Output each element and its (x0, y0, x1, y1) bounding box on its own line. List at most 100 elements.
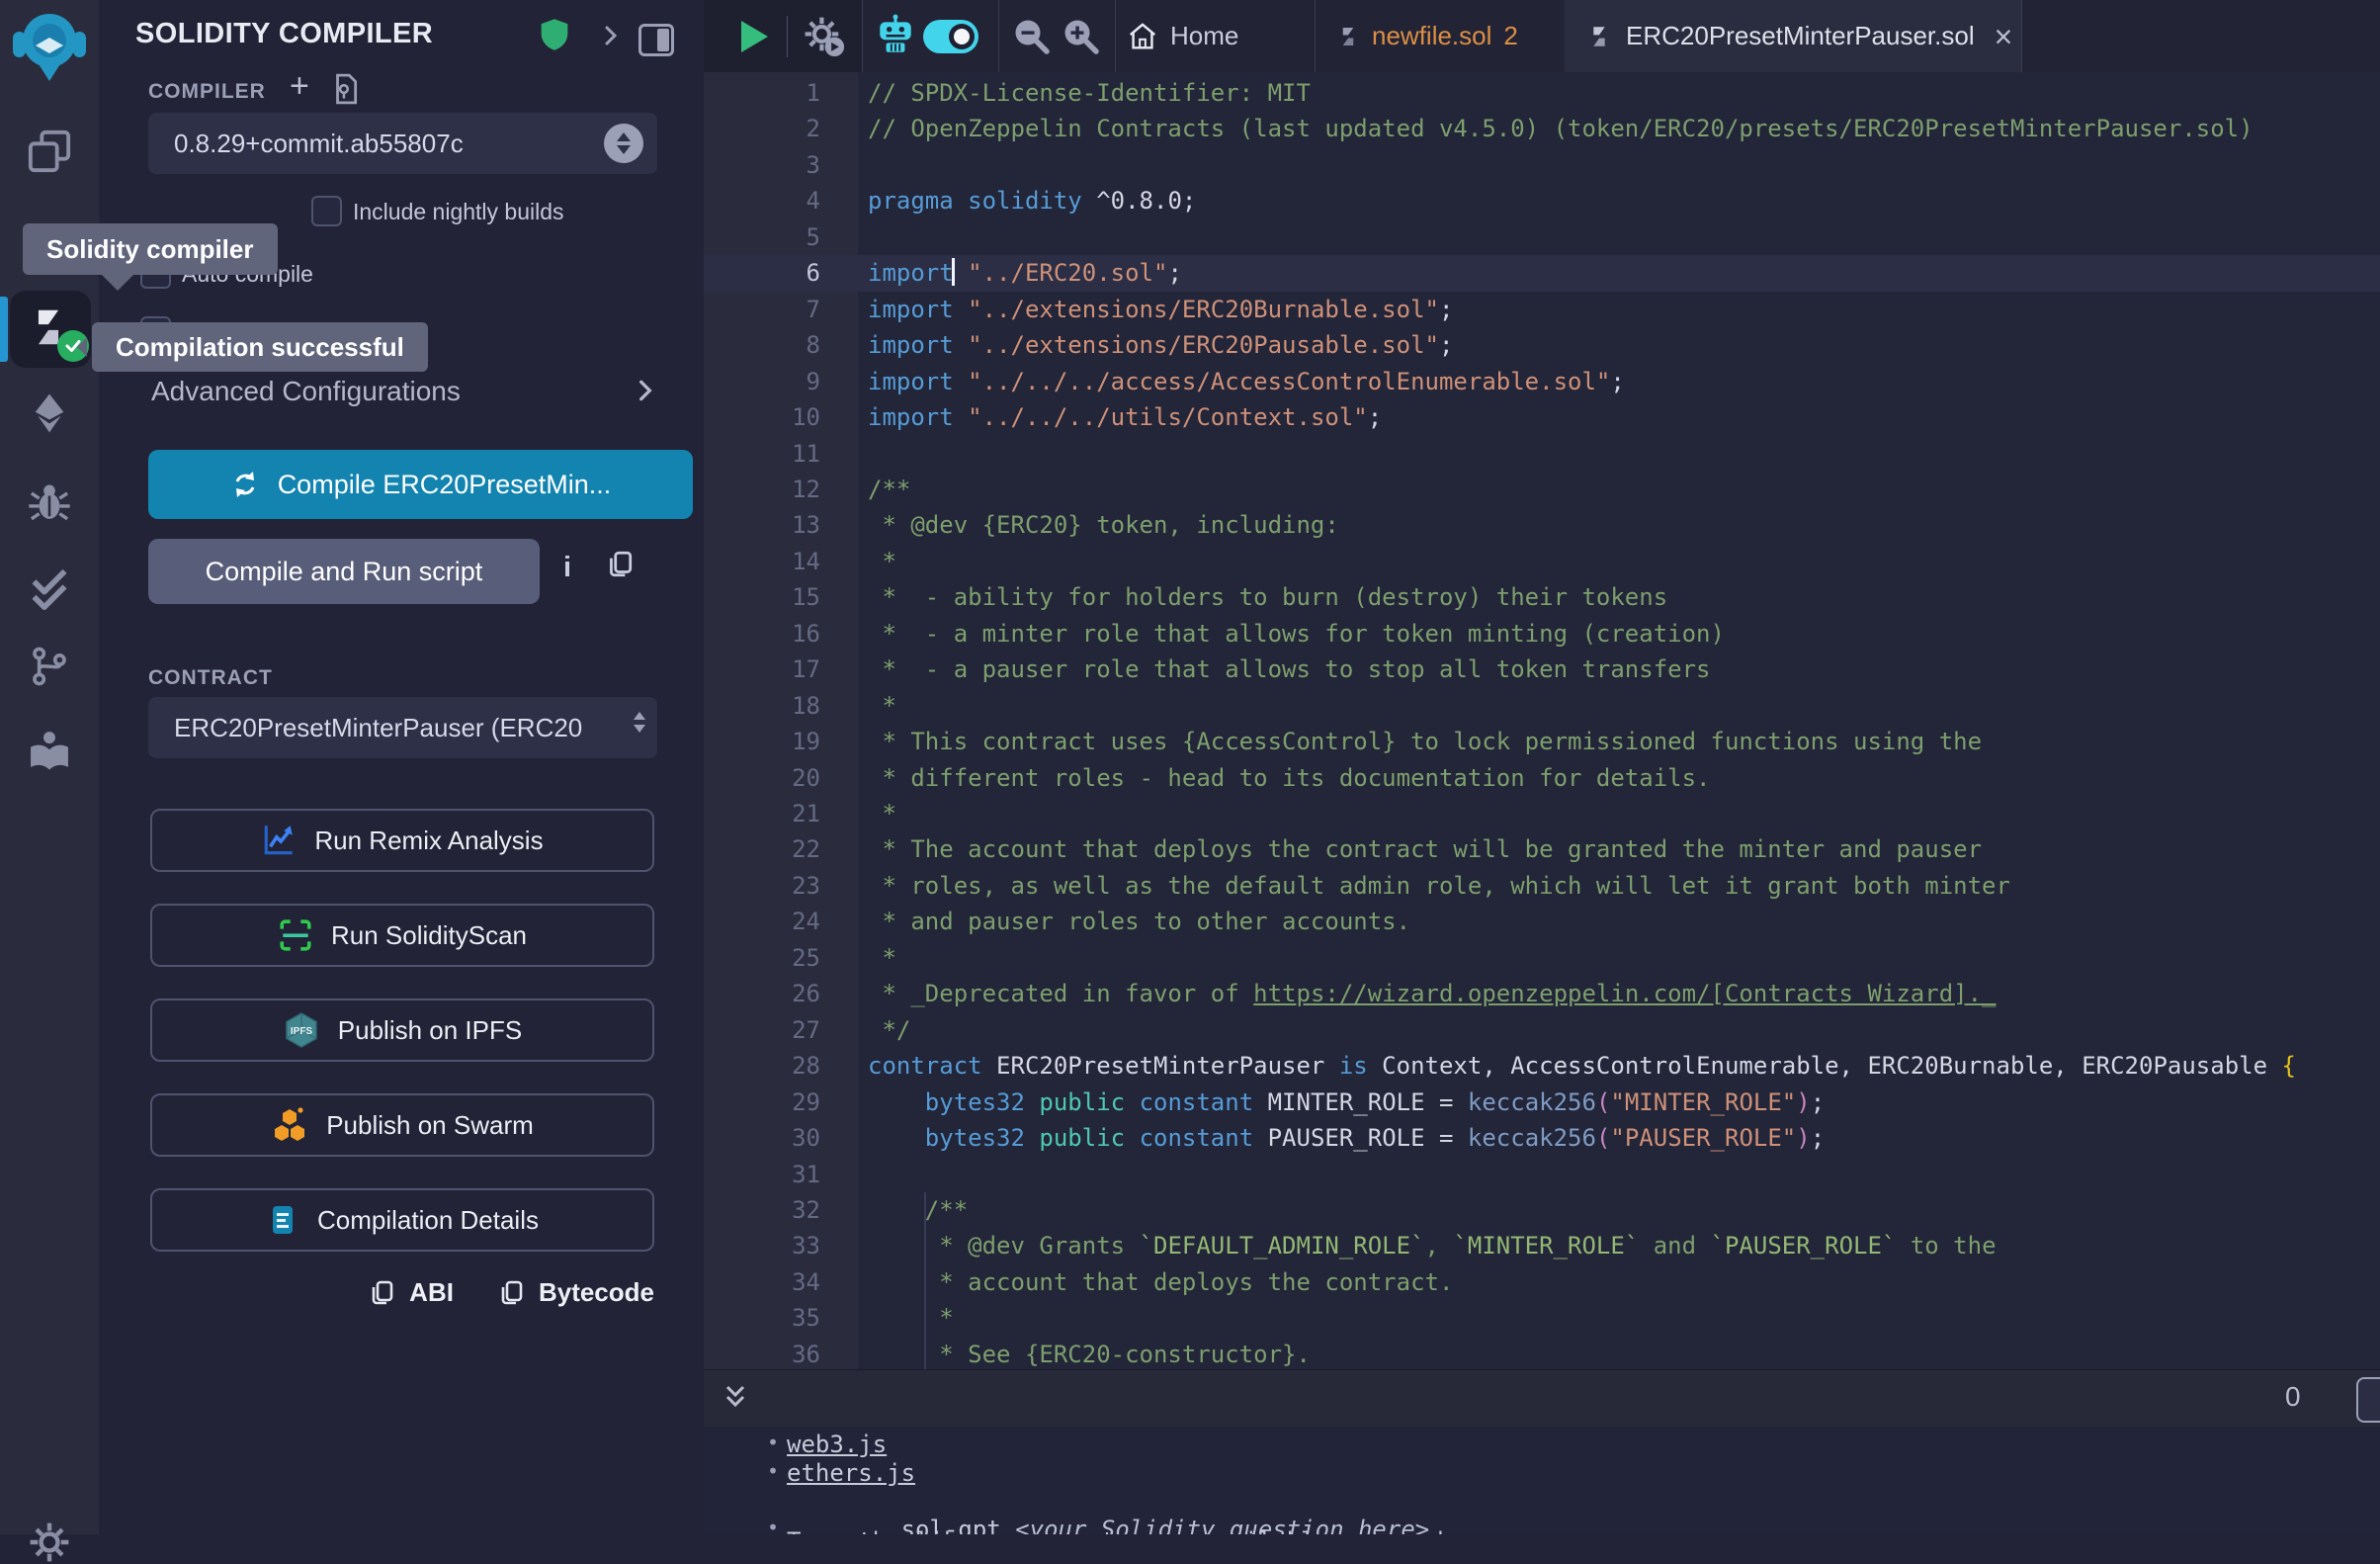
compiler-version-select[interactable]: 0.8.29+commit.ab55807c (148, 113, 657, 174)
contract-section-label: CONTRACT (148, 666, 273, 690)
code-line: 19 * This contract uses {AccessControl} … (704, 724, 2380, 760)
compile-button[interactable]: Compile ERC20PresetMin... (148, 450, 693, 519)
ai-robot-icon[interactable] (874, 14, 917, 57)
line-number: 9 (704, 364, 820, 400)
zoom-in-icon[interactable] (1062, 17, 1101, 56)
compile-and-run-button[interactable]: Compile and Run script (148, 539, 540, 604)
line-number: 5 (704, 219, 820, 256)
contract-select-value: ERC20PresetMinterPauser (ERC20 (148, 713, 582, 743)
code-line: 12/** (704, 472, 2380, 508)
details-document-icon (266, 1203, 299, 1237)
line-number: 28 (704, 1048, 820, 1085)
copy-bytecode-icon[interactable] (497, 1279, 525, 1307)
play-icon[interactable] (741, 21, 768, 52)
line-number: 35 (704, 1300, 820, 1337)
shield-icon[interactable] (540, 18, 569, 51)
publish-ipfs-button[interactable]: IPFS Publish on IPFS (150, 999, 654, 1062)
line-number: 2 (704, 111, 820, 147)
line-number: 33 (704, 1228, 820, 1264)
sidebar-item-git[interactable] (0, 645, 99, 688)
tab-home[interactable]: Home (1115, 0, 1326, 72)
tab-newfile[interactable]: newfile.sol 2 (1315, 0, 1586, 72)
code-line: 18 * (704, 688, 2380, 725)
remix-logo[interactable] (0, 8, 99, 85)
code-line: 15 * - ability for holders to burn (dest… (704, 579, 2380, 616)
bug-icon (28, 480, 71, 524)
line-number: 8 (704, 327, 820, 364)
open-file-badge-icon[interactable] (330, 73, 360, 105)
chevron-right-icon[interactable] (599, 24, 623, 47)
run-solidityscan-button[interactable]: Run SolidityScan (150, 904, 654, 967)
contract-select[interactable]: ERC20PresetMinterPauser (ERC20 (148, 697, 657, 758)
tab-home-label: Home (1170, 21, 1238, 51)
ai-copilot-toggle[interactable] (923, 20, 978, 53)
tab-bar: Home newfile.sol 2 ERC20PresetMinterPaus… (704, 0, 2380, 72)
sidebar-item-static-analysis[interactable] (0, 567, 99, 611)
bullet-icon: • (767, 1431, 779, 1454)
line-number: 22 (704, 831, 820, 868)
add-compiler-icon[interactable]: + (290, 67, 309, 106)
select-arrows-icon (604, 124, 643, 163)
sidebar-item-deploy-run[interactable] (0, 391, 99, 435)
code-line: 35 * (704, 1300, 2380, 1337)
pin-panel-icon[interactable] (638, 24, 674, 56)
close-tab-icon[interactable]: × (1995, 22, 2013, 51)
double-check-icon (28, 567, 71, 611)
line-number: 16 (704, 616, 820, 652)
line-number: 25 (704, 940, 820, 977)
terminal-list-item: •ethers.js (787, 1459, 915, 1487)
code-line: 20 * different roles - head to its docum… (704, 760, 2380, 797)
terminal-search-input[interactable] (2356, 1377, 2380, 1423)
run-remix-analysis-button[interactable]: Run Remix Analysis (150, 809, 654, 872)
solidity-file-icon (1336, 25, 1360, 48)
learn-book-icon (27, 730, 72, 775)
line-number: 23 (704, 868, 820, 905)
line-number: 15 (704, 579, 820, 616)
code-line: 36 * See {ERC20-constructor}. (704, 1337, 2380, 1369)
terminal-list-item: •web3.js (787, 1431, 887, 1458)
line-number: 18 (704, 688, 820, 725)
copy-script-icon[interactable] (605, 550, 635, 579)
double-chevron-down-icon[interactable] (720, 1382, 751, 1414)
sidebar-item-learneth[interactable] (0, 730, 99, 775)
active-indicator (0, 297, 8, 362)
compilation-details-button[interactable]: Compilation Details (150, 1188, 654, 1252)
abi-button[interactable]: ABI (409, 1277, 454, 1308)
line-number: 36 (704, 1337, 820, 1369)
zoom-out-icon[interactable] (1012, 17, 1052, 56)
gear-icon (28, 1521, 71, 1564)
info-icon[interactable]: i (563, 552, 571, 584)
analysis-chart-icon (261, 823, 297, 858)
code-line: 14 * (704, 544, 2380, 580)
swarm-icon (271, 1106, 308, 1144)
code-line: 28contract ERC20PresetMinterPauser is Co… (704, 1048, 2380, 1085)
terminal-link[interactable]: ethers.js (787, 1459, 915, 1487)
advanced-chevron-icon[interactable] (633, 378, 658, 403)
line-number: 31 (704, 1157, 820, 1193)
code-line: 33 * @dev Grants `DEFAULT_ADMIN_ROLE`, `… (704, 1228, 2380, 1264)
select-arrows-icon (634, 712, 645, 733)
sidebar-item-file-explorer[interactable] (0, 129, 99, 174)
sidebar-item-debugger[interactable] (0, 480, 99, 524)
code-line: 25 * (704, 940, 2380, 977)
line-number: 19 (704, 724, 820, 760)
line-number: 1 (704, 75, 820, 112)
code-line: 5 (704, 219, 2380, 256)
terminal-link[interactable]: web3.js (787, 1431, 887, 1458)
code-line: 6import "../ERC20.sol"; (704, 255, 2380, 292)
nightly-builds-label: Include nightly builds (353, 199, 564, 225)
code-lines[interactable]: 1// SPDX-License-Identifier: MIT2// Open… (704, 72, 2380, 1369)
line-number: 13 (704, 507, 820, 544)
publish-swarm-button[interactable]: Publish on Swarm (150, 1093, 654, 1157)
copy-abi-icon[interactable] (368, 1279, 395, 1307)
settings-gear-icon[interactable] (0, 1521, 99, 1564)
line-number: 11 (704, 436, 820, 473)
line-number: 3 (704, 147, 820, 184)
tab-erc20presetminterpauser[interactable]: ERC20PresetMinterPauser.sol × (1565, 0, 2021, 72)
git-branch-icon (28, 645, 71, 688)
run-settings-gear-icon[interactable] (803, 15, 846, 58)
advanced-configurations[interactable]: Advanced Configurations (151, 376, 461, 407)
code-line: 3 (704, 147, 2380, 184)
bytecode-button[interactable]: Bytecode (539, 1277, 654, 1308)
nightly-builds-checkbox[interactable] (311, 196, 342, 226)
